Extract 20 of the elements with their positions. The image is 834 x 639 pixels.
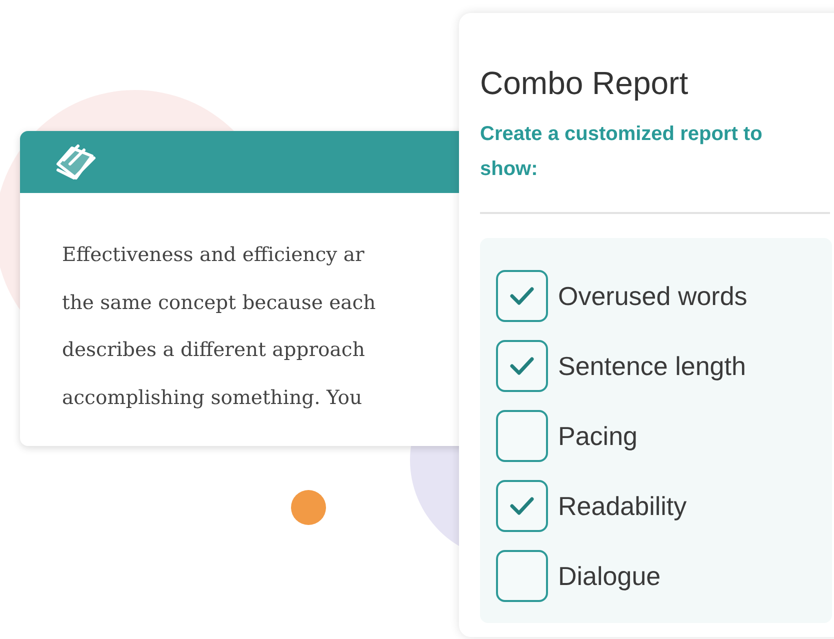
checkbox[interactable] [496,270,548,322]
excerpt-text-line: the same concept because each [62,290,376,316]
panel-subtitle: Create a customized report to show: [480,122,764,182]
checkmark-icon [509,285,535,307]
option-label: Overused words [558,280,748,312]
checkbox[interactable] [496,550,548,602]
checkmark-icon [509,355,535,377]
checkbox[interactable] [496,340,548,392]
excerpt-text-line: describes a different approach [62,337,365,363]
panel-title: Combo Report [480,65,688,101]
excerpt-text-line: accomplishing something. You [62,384,362,410]
option-label: Dialogue [558,560,661,592]
excerpt-text-line: Effectiveness and efficiency ar [62,242,364,268]
option-label: Pacing [558,420,638,452]
checkbox[interactable] [496,410,548,462]
book-logo-icon [54,142,98,182]
option-label: Sentence length [558,350,746,382]
checkmark-icon [509,495,535,517]
option-label: Readability [558,490,687,522]
checkbox[interactable] [496,480,548,532]
